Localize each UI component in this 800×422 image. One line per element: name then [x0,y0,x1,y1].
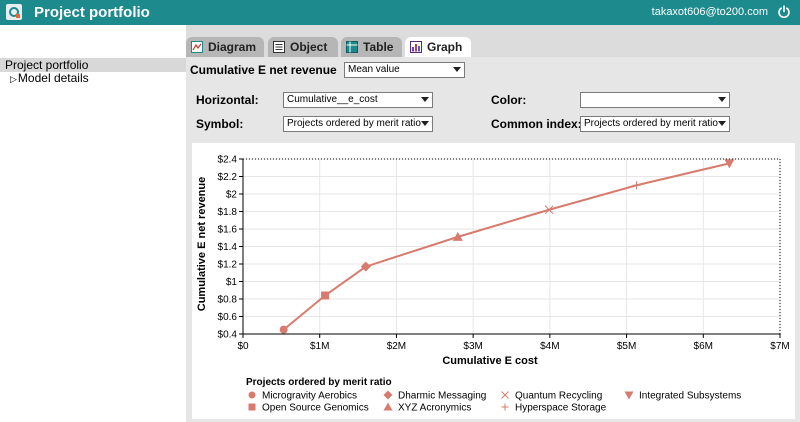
legend-symbol [383,402,393,411]
line-chart: $0 $1M $2M $3M $4M $5M $6M $7M $0.4 $0.6 $0.8 $1 $1… [196,155,790,414]
x-axis-ticks: $0 $1M $2M $3M $4M $5M $6M $7M [237,334,790,352]
sidebar-item-model-details[interactable]: ▷Model details [10,71,89,86]
diagram-icon [191,41,203,53]
horizontal-select[interactable]: Cumulative__e_cost [283,92,433,108]
tab-object[interactable]: Object [268,37,338,57]
legend-entry-label: Dharmic Messaging [398,391,486,402]
x-tick-label: $1M [310,341,329,352]
sidebar: Project portfolio ▷Model details [0,25,186,422]
select-value: Projects ordered by merit ratio [287,118,421,129]
chart-grid [242,158,781,335]
y-tick-label: $0.4 [218,330,238,341]
horizontal-label: Horizontal: [196,93,259,107]
y-tick-label: $2 [226,190,238,201]
user-email[interactable]: takaxot606@to200.com [652,6,768,18]
legend-title: Projects ordered by merit ratio [246,377,392,388]
legend-entry-label: Open Source Genomics [262,403,369,414]
y-tick-label: $0.8 [218,295,238,306]
x-tick-label: $4M [540,341,559,352]
power-icon[interactable] [777,5,791,19]
symbol-select[interactable]: Projects ordered by merit ratio [283,116,433,132]
y-tick-label: $1.2 [218,260,238,271]
object-icon [273,41,285,53]
legend-entry-label: Quantum Recycling [515,391,602,402]
symbol-label: Symbol: [196,117,244,131]
select-value: Cumulative__e_cost [287,94,378,105]
y-tick-label: $1.6 [218,225,238,236]
tab-label: Diagram [208,40,257,54]
y-tick-label: $1 [226,277,238,288]
tab-diagram[interactable]: Diagram [186,37,264,57]
tab-label: Object [290,40,328,54]
legend-entry-label: Integrated Subsystems [639,391,741,402]
legend-entry-label: Hyperspace Storage [515,403,607,414]
chevron-down-icon [421,121,429,126]
top-bar: Project portfolio takaxot606@to200.com [0,0,800,25]
chart-legend: Microgravity AerobicsOpen Source Genomic… [248,390,741,414]
tab-label: Table [363,40,394,54]
chart-area: $0 $1M $2M $3M $4M $5M $6M $7M $0.4 $0.6 $0.8 $1 $1… [192,143,795,419]
variable-title: Cumulative E net revenue [190,63,337,77]
legend-symbol [248,403,256,411]
y-tick-label: $2.2 [218,172,238,183]
sidebar-item-label: Project portfolio [5,58,89,72]
y-tick-label: $1.8 [218,207,238,218]
tab-table[interactable]: Table [341,37,402,57]
chevron-down-icon [718,97,726,102]
y-tick-label: $0.6 [218,312,238,323]
common-index-label: Common index: [491,117,582,131]
expand-triangle-icon[interactable]: ▷ [10,74,17,84]
x-axis-label: Cumulative E cost [442,355,538,367]
y-axis-ticks: $0.4 $0.6 $0.8 $1 $1.2 $1.4 $1.6 $1.8 $2 $2.2 $2.4 [218,155,243,341]
color-select[interactable] [580,92,730,108]
x-tick-label: $7M [770,341,789,352]
y-tick-label: $1.4 [218,242,238,253]
x-tick-label: $0 [237,341,249,352]
sidebar-item-project-portfolio[interactable]: Project portfolio [0,58,186,72]
legend-entry-label: Microgravity Aerobics [262,391,357,402]
data-point [632,181,641,190]
select-value: Projects ordered by merit ratio [584,118,718,129]
legend-symbol [383,390,393,400]
y-tick-label: $2.4 [218,155,238,166]
chevron-down-icon [453,67,461,72]
data-point [321,291,330,300]
y-axis-label: Cumulative E net revenue [196,177,208,312]
app-logo-icon [6,4,22,20]
x-tick-label: $3M [463,341,482,352]
legend-symbol [501,403,509,411]
common-index-select[interactable]: Projects ordered by merit ratio [580,116,730,132]
app-title: Project portfolio [34,4,150,21]
graph-icon [410,41,422,53]
legend-entry-label: XYZ Acronymics [398,403,471,414]
legend-symbol [624,391,634,400]
tab-bar: Diagram Object Table Graph [186,37,800,58]
tab-label: Graph [427,40,463,54]
legend-symbol [248,391,256,399]
chevron-down-icon [718,121,726,126]
select-value: Mean value [348,64,400,75]
sidebar-item-label: Model details [17,71,89,85]
chevron-down-icon [421,97,429,102]
legend-symbol [501,391,509,399]
x-tick-label: $2M [387,341,406,352]
x-tick-label: $5M [617,341,636,352]
view-mode-select[interactable]: Mean value [344,62,465,78]
tab-graph[interactable]: Graph [405,37,471,58]
x-tick-label: $6M [694,341,713,352]
table-icon [346,41,358,53]
color-label: Color: [491,93,527,107]
data-point [279,325,288,334]
